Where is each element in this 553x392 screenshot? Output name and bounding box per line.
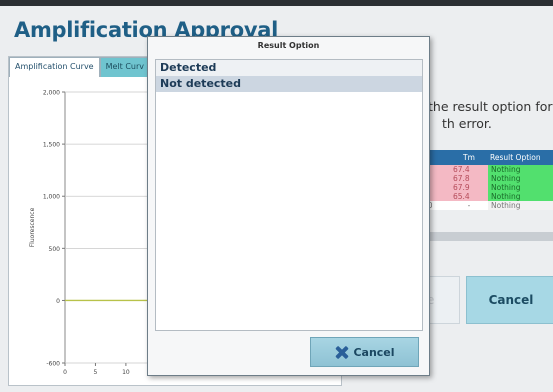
column-header-tm: Tm xyxy=(450,150,488,165)
tab-amplification-curve[interactable]: Amplification Curve xyxy=(9,57,100,77)
result-option-dialog: Result Option Detected Not detected Canc… xyxy=(147,36,430,376)
instruction-line-2: th error. xyxy=(442,116,492,131)
x-tick-label: 5 xyxy=(94,369,98,376)
dialog-cancel-button[interactable]: Cancel xyxy=(310,337,419,367)
tm-cell: 67.8 xyxy=(450,174,488,183)
dialog-cancel-label: Cancel xyxy=(353,345,395,359)
option-detected[interactable]: Detected xyxy=(156,60,422,76)
table-row[interactable]: 65.4 Nothing xyxy=(420,192,553,201)
table-header-row: Ct Tm Result Option xyxy=(420,150,553,165)
y-tick-label: 2,000 xyxy=(43,90,60,97)
instruction-text: the result option for th error. xyxy=(428,98,553,132)
option-not-detected[interactable]: Not detected xyxy=(156,76,422,92)
result-option-cell: Nothing xyxy=(488,165,553,174)
result-option-cell: Nothing xyxy=(488,201,553,210)
y-tick-label: 500 xyxy=(49,246,61,253)
tm-cell: 67.4 xyxy=(450,165,488,174)
result-option-cell: Nothing xyxy=(488,183,553,192)
column-header-result-option: Result Option xyxy=(488,150,553,165)
y-tick-label: 1,500 xyxy=(43,142,60,149)
result-option-cell: Nothing xyxy=(488,174,553,183)
table-row[interactable]: 67.9 Nothing xyxy=(420,183,553,192)
close-icon xyxy=(334,345,349,360)
tm-cell: - xyxy=(450,201,488,210)
results-table: Ct Tm Result Option 67.4 Nothing 67.8 No… xyxy=(420,150,553,210)
y-tick-label: -600 xyxy=(46,361,60,368)
y-axis-label: Fluorescence xyxy=(29,207,36,247)
chart-tabs: Amplification Curve Melt Curv xyxy=(9,57,151,77)
table-scrollbar[interactable] xyxy=(420,232,553,241)
dialog-title: Result Option xyxy=(257,41,320,50)
table-row[interactable]: 00 - Nothing xyxy=(420,201,553,210)
cancel-button[interactable]: Cancel xyxy=(466,276,553,324)
result-option-list: Detected Not detected xyxy=(155,59,423,331)
tm-cell: 67.9 xyxy=(450,183,488,192)
x-tick-label: 0 xyxy=(63,369,67,376)
x-tick-label: 10 xyxy=(122,369,130,376)
tm-cell: 65.4 xyxy=(450,192,488,201)
table-row[interactable]: 67.4 Nothing xyxy=(420,165,553,174)
instruction-line-1: the result option for xyxy=(428,99,553,114)
y-tick-label: 0 xyxy=(56,298,60,305)
table-row[interactable]: 67.8 Nothing xyxy=(420,174,553,183)
result-option-cell: Nothing xyxy=(488,192,553,201)
window-top-bar xyxy=(0,0,553,6)
tab-melt-curve[interactable]: Melt Curv xyxy=(99,57,151,77)
y-tick-label: 1,000 xyxy=(43,194,60,201)
